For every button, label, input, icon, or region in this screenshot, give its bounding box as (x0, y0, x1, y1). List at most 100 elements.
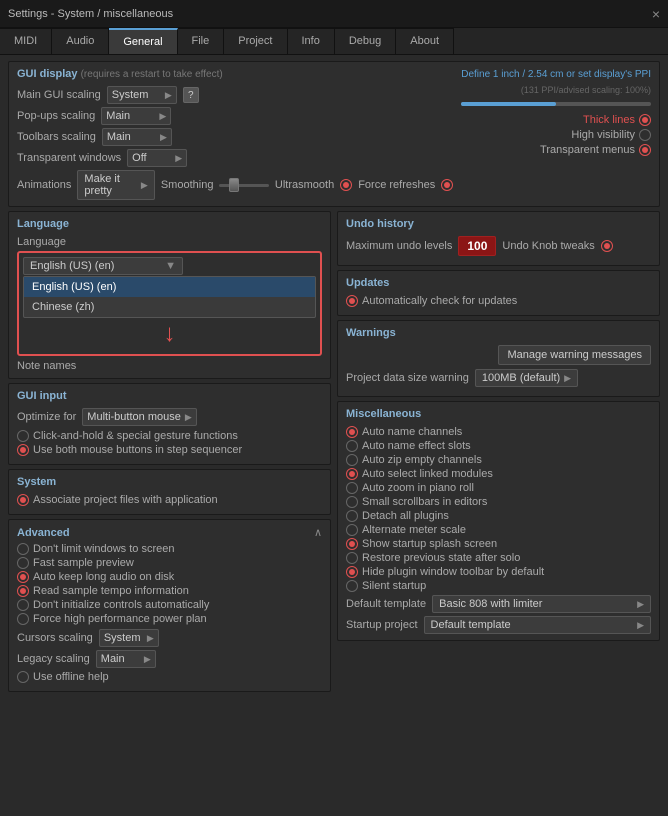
language-option-en[interactable]: English (US) (en) (24, 277, 315, 297)
advanced-opt1-label: Don't limit windows to screen (33, 543, 175, 555)
undo-levels-value[interactable]: 100 (458, 236, 496, 256)
misc-title: Miscellaneous (346, 408, 651, 420)
cursors-scaling-dropdown[interactable]: System ▶ (99, 629, 159, 647)
misc-opt2-label: Auto name effect slots (362, 440, 471, 452)
default-template-dropdown[interactable]: Basic 808 with limiter ▶ (432, 595, 651, 613)
optimize-label: Optimize for (17, 411, 76, 423)
gui-option2-row: Use both mouse buttons in step sequencer (17, 444, 322, 456)
legacy-scaling-row: Legacy scaling Main ▶ (17, 650, 322, 668)
gui-option1-radio[interactable] (17, 430, 29, 442)
tab-info[interactable]: Info (288, 28, 335, 54)
advanced-opt4: Read sample tempo information (17, 585, 322, 597)
misc-opt4-label: Auto select linked modules (362, 468, 493, 480)
gui-display-title: GUI display (requires a restart to take … (17, 68, 453, 80)
misc-opt9-radio[interactable] (346, 538, 358, 550)
smoothing-label: Smoothing (161, 179, 214, 191)
advanced-opt6: Force high performance power plan (17, 613, 322, 625)
misc-opt12-radio[interactable] (346, 580, 358, 592)
system-title: System (17, 476, 322, 488)
ppi-subtext: (131 PPI/advised scaling: 100%) (521, 85, 651, 95)
help-button[interactable]: ? (183, 87, 199, 103)
note-names-row: Note names (17, 360, 322, 372)
misc-opt1-radio[interactable] (346, 426, 358, 438)
associate-files-label: Associate project files with application (33, 494, 218, 506)
advanced-opt2: Fast sample preview (17, 557, 322, 569)
misc-opt1-label: Auto name channels (362, 426, 462, 438)
tab-about[interactable]: About (396, 28, 454, 54)
tab-debug[interactable]: Debug (335, 28, 396, 54)
high-visibility-radio[interactable] (639, 129, 651, 141)
advanced-opt3-radio[interactable] (17, 571, 29, 583)
optimize-dropdown[interactable]: Multi-button mouse ▶ (82, 408, 196, 426)
advanced-title: Advanced (17, 527, 70, 539)
misc-opt10-radio[interactable] (346, 552, 358, 564)
misc-opt11: Hide plugin window toolbar by default (346, 566, 651, 578)
associate-files-row: Associate project files with application (17, 494, 322, 506)
warnings-title: Warnings (346, 327, 651, 339)
advanced-opt6-label: Force high performance power plan (33, 613, 207, 625)
gui-option1-label: Click-and-hold & special gesture functio… (33, 430, 238, 442)
toolbars-scaling-dropdown[interactable]: Main ▶ (102, 128, 172, 146)
tab-audio[interactable]: Audio (52, 28, 109, 54)
language-dropdown[interactable]: English (US) (en) ▼ (23, 257, 183, 275)
misc-opt2: Auto name effect slots (346, 440, 651, 452)
main-gui-scaling-row: Main GUI scaling System ▶ ? (17, 86, 453, 104)
misc-opt8-label: Alternate meter scale (362, 524, 466, 536)
manage-warnings-button[interactable]: Manage warning messages (498, 345, 651, 365)
misc-opt3: Auto zip empty channels (346, 454, 651, 466)
language-option-zh[interactable]: Chinese (zh) (24, 297, 315, 317)
advanced-opt2-radio[interactable] (17, 557, 29, 569)
misc-opt4-radio[interactable] (346, 468, 358, 480)
force-refreshes-radio[interactable] (441, 179, 453, 191)
advanced-opt6-radio[interactable] (17, 613, 29, 625)
default-template-label: Default template (346, 598, 426, 610)
associate-files-radio[interactable] (17, 494, 29, 506)
misc-opt11-label: Hide plugin window toolbar by default (362, 566, 544, 578)
misc-opt3-label: Auto zip empty channels (362, 454, 482, 466)
misc-opt11-radio[interactable] (346, 566, 358, 578)
ultrasmooth-radio[interactable] (340, 179, 352, 191)
tab-general[interactable]: General (109, 28, 177, 54)
undo-knob-radio[interactable] (601, 240, 613, 252)
offline-help-radio[interactable] (17, 671, 29, 683)
startup-project-dropdown[interactable]: Default template ▶ (424, 616, 651, 634)
misc-opt12-label: Silent startup (362, 580, 426, 592)
toolbars-scaling-row: Toolbars scaling Main ▶ (17, 128, 453, 146)
system-section: System Associate project files with appl… (8, 469, 331, 515)
animations-dropdown[interactable]: Make it pretty ▶ (77, 170, 154, 200)
advanced-opt5-radio[interactable] (17, 599, 29, 611)
note-names-label: Note names (17, 360, 76, 372)
popups-scaling-dropdown[interactable]: Main ▶ (101, 107, 171, 125)
language-label: Language (17, 236, 66, 248)
advanced-opt4-radio[interactable] (17, 585, 29, 597)
transparent-windows-dropdown[interactable]: Off ▶ (127, 149, 187, 167)
misc-opt3-radio[interactable] (346, 454, 358, 466)
advanced-opt1-radio[interactable] (17, 543, 29, 555)
startup-project-row: Startup project Default template ▶ (346, 616, 651, 634)
misc-opt5-radio[interactable] (346, 482, 358, 494)
tab-project[interactable]: Project (224, 28, 287, 54)
main-gui-scaling-dropdown[interactable]: System ▶ (107, 86, 177, 104)
thick-lines-radio[interactable] (639, 114, 651, 126)
misc-opt8-radio[interactable] (346, 524, 358, 536)
transparent-menus-radio[interactable] (639, 144, 651, 156)
advanced-opt4-label: Read sample tempo information (33, 585, 189, 597)
transparent-windows-row: Transparent windows Off ▶ (17, 149, 453, 167)
tab-file[interactable]: File (178, 28, 225, 54)
smoothing-slider[interactable] (219, 178, 268, 192)
misc-opt2-radio[interactable] (346, 440, 358, 452)
language-section: Language Language English (US) (en) ▼ En… (8, 211, 331, 379)
misc-opt10: Restore previous state after solo (346, 552, 651, 564)
close-button[interactable]: × (652, 6, 660, 22)
tab-midi[interactable]: MIDI (0, 28, 52, 54)
misc-opt8: Alternate meter scale (346, 524, 651, 536)
auto-check-radio[interactable] (346, 295, 358, 307)
gui-option2-radio[interactable] (17, 444, 29, 456)
misc-opt7-radio[interactable] (346, 510, 358, 522)
right-column: Undo history Maximum undo levels 100 Und… (337, 211, 660, 692)
legacy-scaling-dropdown[interactable]: Main ▶ (96, 650, 156, 668)
force-refreshes-label: Force refreshes (358, 179, 435, 191)
project-data-size-dropdown[interactable]: 100MB (default) ▶ (475, 369, 578, 387)
advanced-collapse-icon[interactable]: ∧ (314, 526, 322, 539)
misc-opt6-radio[interactable] (346, 496, 358, 508)
